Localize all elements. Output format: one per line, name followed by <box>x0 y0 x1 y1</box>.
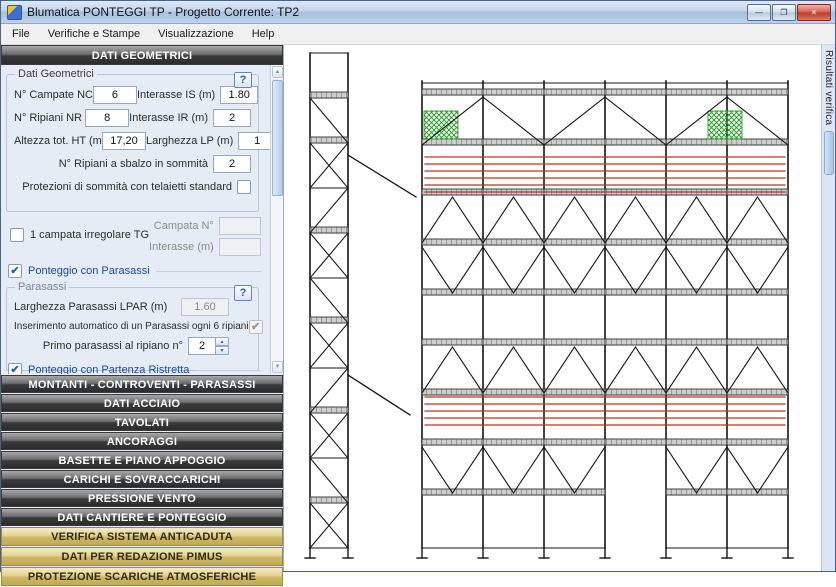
left-panel: DATI GEOMETRICI Dati Geometrici ? N° Cam… <box>1 45 284 571</box>
altezza-label: Altezza tot. HT (m) <box>14 135 102 147</box>
section-header-scariche-atmosferiche[interactable]: PROTEZIONE SCARICHE ATMOSFERICHE <box>1 567 283 586</box>
irregolare-checkbox[interactable] <box>10 228 24 242</box>
parasassi-groupbox: Parasassi ? Larghezza Parasassi LPAR (m)… <box>6 287 259 371</box>
larghezza-label: Larghezza LP (m) <box>146 135 233 147</box>
minimize-button[interactable]: — <box>747 4 771 21</box>
campata-irregolare-block: 1 campata irregolare TG Campata N° Inter… <box>8 215 259 257</box>
titlebar: Blumatica PONTEGGI TP - Progetto Corrent… <box>1 1 835 24</box>
menu-visualizzazione[interactable]: Visualizzazione <box>149 25 243 43</box>
auto-parasassi-checkbox <box>249 320 263 334</box>
auto-parasassi-label: Inserimento automatico di un Parasassi o… <box>14 321 249 332</box>
interasse-ir-label: Interasse IR (m) <box>129 112 208 124</box>
partenza-toggle-label: Ponteggio con Partenza Ristretta <box>28 364 189 374</box>
close-button[interactable]: ✕ <box>797 4 831 21</box>
menubar: File Verifiche e Stampe Visualizzazione … <box>1 24 835 45</box>
campate-input[interactable] <box>93 86 137 104</box>
campate-label: N° Campate NC <box>14 89 93 101</box>
section-header-ancoraggi[interactable]: ANCORAGGI <box>1 432 283 450</box>
partenza-checkbox[interactable] <box>8 363 22 374</box>
section-header-verifica-anticaduta[interactable]: VERIFICA SISTEMA ANTICADUTA <box>1 527 283 546</box>
protezioni-label: Protezioni di sommità con telaietti stan… <box>22 181 232 193</box>
parasassi-toggle-label: Ponteggio con Parasassi <box>28 265 150 277</box>
scrollbar-thumb[interactable] <box>272 80 283 196</box>
menu-file[interactable]: File <box>3 25 39 43</box>
sbalzo-input[interactable] <box>213 155 251 173</box>
groupbox-title: Dati Geometrici <box>15 68 97 80</box>
ripiani-label: N° Ripiani NR <box>14 112 85 124</box>
section-header-carichi[interactable]: CARICHI E SOVRACCARICHI <box>1 470 283 488</box>
section-header-basette[interactable]: BASETTE E PIANO APPOGGIO <box>1 451 283 469</box>
parasassi-checkbox[interactable] <box>8 264 22 278</box>
app-window: Blumatica PONTEGGI TP - Progetto Corrent… <box>0 0 836 572</box>
help-button-geometry[interactable]: ? <box>234 72 252 88</box>
right-scrollbar-thumb[interactable] <box>824 131 834 175</box>
scroll-down-icon[interactable]: ▼ <box>272 361 283 373</box>
protezioni-checkbox[interactable] <box>237 180 251 194</box>
parasassi-toggle-row: Ponteggio con Parasassi <box>8 263 261 279</box>
stepper-up-icon[interactable]: ▲ <box>216 337 229 346</box>
primo-parasassi-input[interactable] <box>188 337 216 355</box>
campata-n-input <box>219 217 261 235</box>
ripiani-input[interactable] <box>85 109 129 127</box>
right-tab-strip: Risultati verifica <box>821 45 835 571</box>
app-icon <box>7 5 22 20</box>
dati-geometrici-panel: Dati Geometrici ? N° Campate NC Interass… <box>1 65 283 374</box>
help-button-parasassi[interactable]: ? <box>234 285 252 301</box>
menu-help[interactable]: Help <box>243 25 284 43</box>
scroll-up-icon[interactable]: ▲ <box>272 66 283 78</box>
main-area: DATI GEOMETRICI Dati Geometrici ? N° Cam… <box>1 45 835 571</box>
panel-scrollbar[interactable]: ▲ ▼ <box>270 65 283 374</box>
altezza-input[interactable] <box>102 132 146 150</box>
larghezza-parasassi-label: Larghezza Parasassi LPAR (m) <box>14 301 167 313</box>
interasse-is-input[interactable] <box>220 86 258 104</box>
section-header-pimus[interactable]: DATI PER REDAZIONE PIMUS <box>1 547 283 566</box>
section-header-tavolati[interactable]: TAVOLATI <box>1 413 283 431</box>
menu-verifiche-e-stampe[interactable]: Verifiche e Stampe <box>39 25 149 43</box>
interasse-m-input <box>219 238 261 256</box>
drawing-area <box>284 45 821 571</box>
larghezza-parasassi-input <box>181 298 229 316</box>
results-tab[interactable]: Risultati verifica <box>823 45 834 125</box>
primo-parasassi-stepper[interactable]: ▲ ▼ <box>188 337 229 355</box>
scaffold-drawing <box>284 45 808 571</box>
partenza-toggle-row: Ponteggio con Partenza Ristretta <box>8 362 261 374</box>
sbalzo-label: N° Ripiani a sbalzo in sommità <box>59 158 208 170</box>
parasassi-group-title: Parasassi <box>15 281 69 293</box>
section-header-dati-acciaio[interactable]: DATI ACCIAIO <box>1 394 283 412</box>
interasse-is-label: Interasse IS (m) <box>137 89 215 101</box>
window-title: Blumatica PONTEGGI TP - Progetto Corrent… <box>27 5 747 19</box>
section-header-pressione-vento[interactable]: PRESSIONE VENTO <box>1 489 283 507</box>
interasse-ir-input[interactable] <box>213 109 251 127</box>
primo-parasassi-label: Primo parasassi al ripiano n° <box>43 340 183 352</box>
section-header-montanti[interactable]: MONTANTI - CONTROVENTI - PARASASSI <box>1 375 283 393</box>
dati-geometrici-groupbox: Dati Geometrici ? N° Campate NC Interass… <box>6 74 259 212</box>
interasse-m-label: Interasse (m) <box>149 241 214 253</box>
section-header-dati-cantiere[interactable]: DATI CANTIERE E PONTEGGIO <box>1 508 283 526</box>
campata-n-label: Campata N° <box>154 220 214 232</box>
maximize-button[interactable]: ❐ <box>772 4 796 21</box>
irregolare-label: 1 campata irregolare TG <box>30 229 149 241</box>
section-header-dati-geometrici[interactable]: DATI GEOMETRICI <box>1 45 283 65</box>
separator-line <box>195 370 261 371</box>
stepper-down-icon[interactable]: ▼ <box>216 346 229 355</box>
separator-line <box>156 271 261 272</box>
